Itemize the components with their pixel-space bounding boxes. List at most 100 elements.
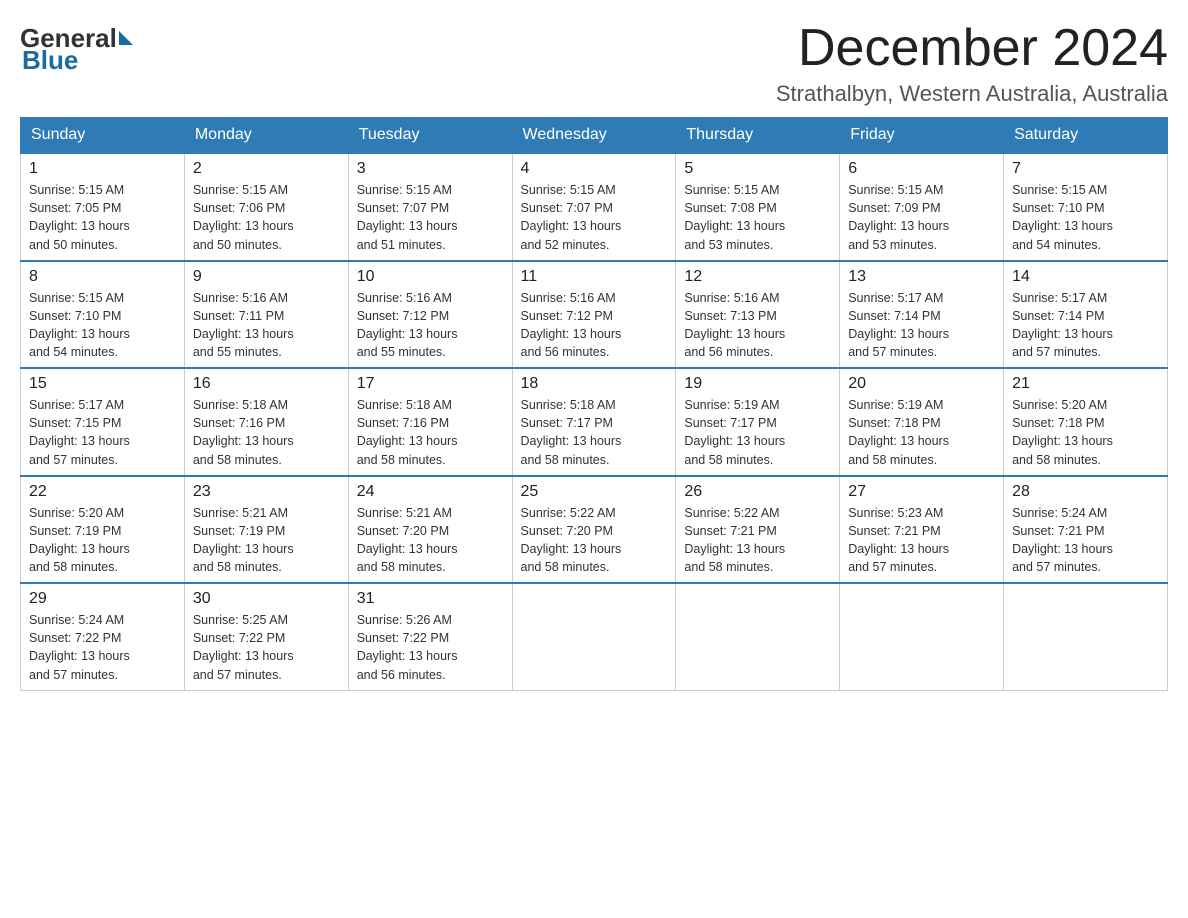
day-number: 3 [357,160,504,178]
page-header: General Blue December 2024 Strathalbyn, … [20,20,1168,107]
calendar-empty-cell [840,583,1004,690]
weekday-header-saturday: Saturday [1004,118,1168,154]
calendar-day-23: 23Sunrise: 5:21 AMSunset: 7:19 PMDayligh… [184,476,348,584]
calendar-day-9: 9 Sunrise: 5:16 AMSunset: 7:11 PMDaylight… [184,261,348,369]
day-info: Sunrise: 5:15 AMSunset: 7:08 PMDaylight:… [684,181,831,254]
day-number: 20 [848,375,995,393]
calendar-day-14: 14Sunrise: 5:17 AMSunset: 7:14 PMDayligh… [1004,261,1168,369]
calendar-day-10: 10 Sunrise: 5:16 AMSunset: 7:12 PMDayligh… [348,261,512,369]
day-number: 24 [357,483,504,501]
day-info: Sunrise: 5:18 AMSunset: 7:17 PMDaylight:… [521,396,668,469]
calendar-body: 1Sunrise: 5:15 AMSunset: 7:05 PMDaylight… [21,153,1168,690]
calendar-day-7: 7 Sunrise: 5:15 AMSunset: 7:10 PMDaylight… [1004,153,1168,261]
day-number: 30 [193,590,340,608]
day-number: 7 [1012,160,1159,178]
day-number: 2 [193,160,340,178]
weekday-header-monday: Monday [184,118,348,154]
day-number: 29 [29,590,176,608]
logo-blue-text: Blue [20,47,78,73]
day-number: 13 [848,268,995,286]
calendar-day-11: 11Sunrise: 5:16 AMSunset: 7:12 PMDayligh… [512,261,676,369]
day-number: 10 [357,268,504,286]
day-info: Sunrise: 5:26 AMSunset: 7:22 PMDaylight:… [357,611,504,684]
calendar-table: SundayMondayTuesdayWednesdayThursdayFrid… [20,117,1168,691]
day-info: Sunrise: 5:16 AMSunset: 7:12 PMDaylight:… [357,289,504,362]
day-number: 9 [193,268,340,286]
day-number: 31 [357,590,504,608]
calendar-day-25: 25 Sunrise: 5:22 AMSunset: 7:20 PMDayligh… [512,476,676,584]
day-info: Sunrise: 5:22 AMSunset: 7:20 PMDaylight:… [521,504,668,577]
day-info: Sunrise: 5:20 AMSunset: 7:19 PMDaylight:… [29,504,176,577]
weekday-header-thursday: Thursday [676,118,840,154]
day-info: Sunrise: 5:16 AMSunset: 7:11 PMDaylight:… [193,289,340,362]
day-info: Sunrise: 5:22 AMSunset: 7:21 PMDaylight:… [684,504,831,577]
day-info: Sunrise: 5:18 AMSunset: 7:16 PMDaylight:… [193,396,340,469]
day-number: 17 [357,375,504,393]
calendar-empty-cell [1004,583,1168,690]
title-area: December 2024 Strathalbyn, Western Austr… [776,20,1168,107]
calendar-day-21: 21Sunrise: 5:20 AMSunset: 7:18 PMDayligh… [1004,368,1168,476]
calendar-day-18: 18 Sunrise: 5:18 AMSunset: 7:17 PMDayligh… [512,368,676,476]
day-number: 25 [521,483,668,501]
day-info: Sunrise: 5:21 AMSunset: 7:19 PMDaylight:… [193,504,340,577]
calendar-day-6: 6 Sunrise: 5:15 AMSunset: 7:09 PMDaylight… [840,153,1004,261]
day-info: Sunrise: 5:18 AMSunset: 7:16 PMDaylight:… [357,396,504,469]
calendar-day-17: 17 Sunrise: 5:18 AMSunset: 7:16 PMDayligh… [348,368,512,476]
day-number: 27 [848,483,995,501]
calendar-day-30: 30 Sunrise: 5:25 AMSunset: 7:22 PMDayligh… [184,583,348,690]
calendar-day-31: 31 Sunrise: 5:26 AMSunset: 7:22 PMDayligh… [348,583,512,690]
day-info: Sunrise: 5:15 AMSunset: 7:09 PMDaylight:… [848,181,995,254]
day-number: 19 [684,375,831,393]
day-info: Sunrise: 5:25 AMSunset: 7:22 PMDaylight:… [193,611,340,684]
calendar-day-5: 5 Sunrise: 5:15 AMSunset: 7:08 PMDaylight… [676,153,840,261]
day-info: Sunrise: 5:19 AMSunset: 7:18 PMDaylight:… [848,396,995,469]
day-info: Sunrise: 5:15 AMSunset: 7:07 PMDaylight:… [521,181,668,254]
day-number: 1 [29,160,176,178]
calendar-week-3: 15 Sunrise: 5:17 AMSunset: 7:15 PMDayligh… [21,368,1168,476]
day-number: 15 [29,375,176,393]
calendar-day-29: 29 Sunrise: 5:24 AMSunset: 7:22 PMDayligh… [21,583,185,690]
day-info: Sunrise: 5:15 AMSunset: 7:10 PMDaylight:… [1012,181,1159,254]
calendar-week-5: 29 Sunrise: 5:24 AMSunset: 7:22 PMDayligh… [21,583,1168,690]
calendar-day-27: 27 Sunrise: 5:23 AMSunset: 7:21 PMDayligh… [840,476,1004,584]
day-info: Sunrise: 5:23 AMSunset: 7:21 PMDaylight:… [848,504,995,577]
calendar-day-22: 22Sunrise: 5:20 AMSunset: 7:19 PMDayligh… [21,476,185,584]
calendar-empty-cell [676,583,840,690]
calendar-day-24: 24 Sunrise: 5:21 AMSunset: 7:20 PMDayligh… [348,476,512,584]
day-number: 6 [848,160,995,178]
calendar-day-1: 1Sunrise: 5:15 AMSunset: 7:05 PMDaylight… [21,153,185,261]
weekday-header-row: SundayMondayTuesdayWednesdayThursdayFrid… [21,118,1168,154]
logo: General Blue [20,20,133,73]
weekday-header-sunday: Sunday [21,118,185,154]
calendar-day-4: 4Sunrise: 5:15 AMSunset: 7:07 PMDaylight… [512,153,676,261]
day-number: 12 [684,268,831,286]
calendar-week-1: 1Sunrise: 5:15 AMSunset: 7:05 PMDaylight… [21,153,1168,261]
calendar-day-26: 26Sunrise: 5:22 AMSunset: 7:21 PMDayligh… [676,476,840,584]
location-subtitle: Strathalbyn, Western Australia, Australi… [776,81,1168,107]
calendar-day-3: 3 Sunrise: 5:15 AMSunset: 7:07 PMDaylight… [348,153,512,261]
day-number: 28 [1012,483,1159,501]
weekday-header-friday: Friday [840,118,1004,154]
day-info: Sunrise: 5:17 AMSunset: 7:15 PMDaylight:… [29,396,176,469]
day-info: Sunrise: 5:24 AMSunset: 7:21 PMDaylight:… [1012,504,1159,577]
calendar-day-8: 8 Sunrise: 5:15 AMSunset: 7:10 PMDaylight… [21,261,185,369]
day-number: 18 [521,375,668,393]
calendar-day-12: 12Sunrise: 5:16 AMSunset: 7:13 PMDayligh… [676,261,840,369]
day-number: 16 [193,375,340,393]
day-info: Sunrise: 5:20 AMSunset: 7:18 PMDaylight:… [1012,396,1159,469]
day-number: 11 [521,268,668,286]
calendar-week-4: 22Sunrise: 5:20 AMSunset: 7:19 PMDayligh… [21,476,1168,584]
calendar-day-2: 2Sunrise: 5:15 AMSunset: 7:06 PMDaylight… [184,153,348,261]
day-info: Sunrise: 5:19 AMSunset: 7:17 PMDaylight:… [684,396,831,469]
calendar-day-20: 20 Sunrise: 5:19 AMSunset: 7:18 PMDayligh… [840,368,1004,476]
day-info: Sunrise: 5:21 AMSunset: 7:20 PMDaylight:… [357,504,504,577]
day-info: Sunrise: 5:15 AMSunset: 7:07 PMDaylight:… [357,181,504,254]
weekday-header-wednesday: Wednesday [512,118,676,154]
day-info: Sunrise: 5:24 AMSunset: 7:22 PMDaylight:… [29,611,176,684]
calendar-week-2: 8 Sunrise: 5:15 AMSunset: 7:10 PMDaylight… [21,261,1168,369]
month-year-title: December 2024 [776,20,1168,77]
day-info: Sunrise: 5:15 AMSunset: 7:10 PMDaylight:… [29,289,176,362]
logo-arrow-icon [119,31,133,45]
day-number: 5 [684,160,831,178]
day-number: 8 [29,268,176,286]
